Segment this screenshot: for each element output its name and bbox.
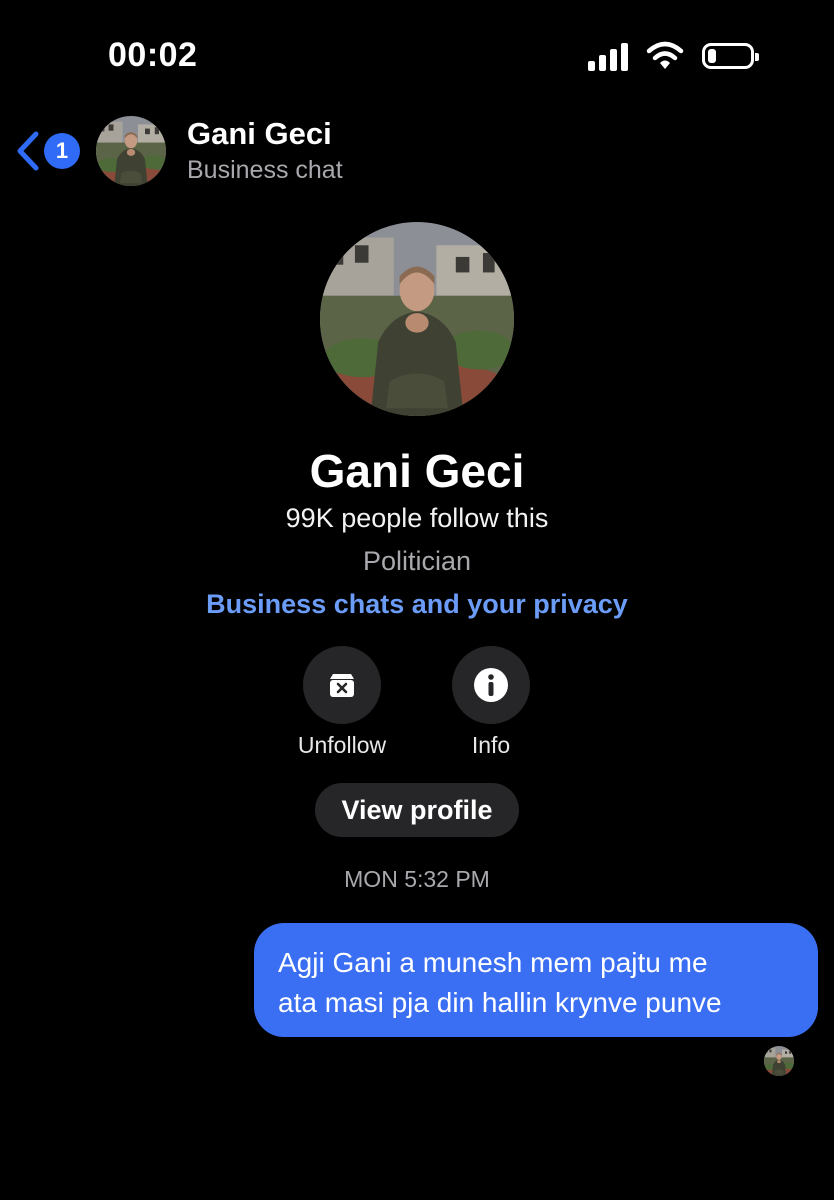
status-icons [588, 38, 759, 74]
info-button[interactable]: Info [421, 646, 561, 759]
header-subtitle: Business chat [187, 156, 343, 184]
unfollow-button[interactable]: Unfollow [272, 646, 412, 759]
message-line: ata masi pja din hallin krynve punve [278, 987, 722, 1018]
battery-icon [702, 43, 759, 69]
seen-receipt-avatar [764, 1046, 794, 1076]
info-label: Info [471, 732, 511, 758]
message-bubble[interactable]: Agji Gani a munesh mem pajtu me ata masi… [254, 923, 818, 1037]
message-timestamp: MON 5:32 PM [344, 866, 490, 892]
follower-count: 99K people follow this [285, 503, 549, 533]
privacy-link[interactable]: Business chats and your privacy [0, 589, 834, 620]
status-time: 00:02 [108, 36, 198, 74]
unread-badge: 1 [44, 133, 80, 169]
profile-avatar [320, 222, 514, 416]
chevron-left-icon [17, 131, 39, 171]
wifi-icon [646, 41, 684, 69]
cellular-signal-icon [588, 41, 628, 71]
header-title[interactable]: Gani Geci [187, 116, 332, 152]
unfollow-circle[interactable] [303, 646, 381, 724]
profile-name: Gani Geci [309, 445, 525, 497]
info-circle[interactable] [452, 646, 530, 724]
status-bar: 00:02 [0, 0, 834, 110]
message-line: Agji Gani a munesh mem pajtu me [278, 947, 708, 978]
profile-category: Politician [362, 546, 472, 576]
chat-header: 1 Gani Geci Business chat [0, 110, 834, 190]
view-profile-button[interactable]: View profile [315, 783, 519, 837]
back-button[interactable]: 1 [14, 130, 80, 172]
unfollow-label: Unfollow [297, 732, 387, 758]
unfollow-icon [330, 674, 354, 697]
info-icon [474, 668, 508, 702]
battery-level [708, 49, 716, 63]
header-avatar[interactable] [96, 116, 166, 186]
